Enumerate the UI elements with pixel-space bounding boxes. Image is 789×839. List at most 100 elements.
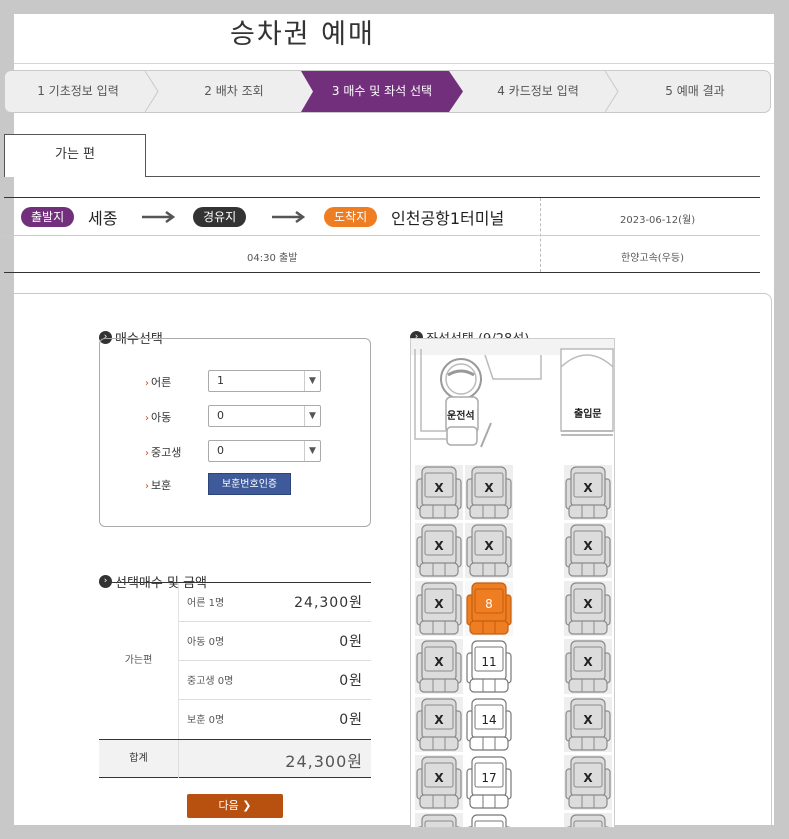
seat-taken: X bbox=[415, 523, 463, 578]
departure-place: 세종 bbox=[88, 209, 118, 228]
step-progress: 1 기초정보 입력 2 배차 조회 3 매수 및 좌석 선택 4 카드정보 입력… bbox=[4, 70, 771, 113]
price-row: 보훈 0명 0원 bbox=[179, 700, 371, 739]
price-row-value: 0원 bbox=[339, 634, 363, 650]
seat-number: 8 bbox=[485, 597, 493, 611]
chevron-down-icon: ▼ bbox=[304, 406, 320, 426]
step-separator bbox=[605, 71, 619, 112]
seat-number: X bbox=[484, 481, 494, 495]
driver-seat-label: 운전석 bbox=[447, 411, 475, 422]
seat-number: X bbox=[434, 713, 444, 727]
adult-label: 어른 bbox=[151, 376, 172, 389]
arrow-icon: › bbox=[145, 448, 149, 459]
seat-taken: X bbox=[415, 697, 463, 752]
child-count-select[interactable]: 0 ▼ bbox=[208, 405, 321, 427]
child-count-value: 0 bbox=[217, 409, 224, 422]
next-button[interactable]: 다음 ❯ bbox=[187, 794, 283, 818]
seat-available[interactable]: 11 bbox=[465, 639, 513, 694]
step-2: 2 배차 조회 bbox=[204, 84, 264, 98]
price-row: 어른 1명 24,300원 bbox=[179, 583, 371, 622]
door-label: 출입문 bbox=[574, 409, 602, 420]
seat-taken: X bbox=[564, 813, 612, 827]
seat-taken: X bbox=[564, 639, 612, 694]
next-button-label: 다음 bbox=[218, 799, 239, 812]
step-3-active: 3 매수 및 좌석 선택 bbox=[301, 71, 463, 112]
arrival-badge: 도착지 bbox=[324, 207, 378, 227]
page-title: 승차권 예매 bbox=[230, 19, 375, 50]
seat-number: X bbox=[583, 481, 593, 495]
route-row-divider bbox=[4, 235, 760, 236]
bus-seat-map: 운전석 출입문 XXXXXXX8XX11XX14XX17XX20X bbox=[410, 338, 615, 828]
arrow-right-icon bbox=[272, 211, 306, 223]
seat-number: X bbox=[434, 539, 444, 553]
seat-number: X bbox=[583, 539, 593, 553]
price-row-label: 보훈 0명 bbox=[187, 715, 225, 726]
price-row-label: 중고생 0명 bbox=[187, 676, 234, 687]
arrow-icon: › bbox=[145, 378, 149, 389]
arrow-right-icon bbox=[142, 211, 176, 223]
bus-company: 한양고속(우등) bbox=[621, 253, 685, 264]
veteran-verify-button[interactable]: 보훈번호인증 bbox=[208, 473, 291, 495]
seat-number: X bbox=[434, 771, 444, 785]
title-divider bbox=[14, 63, 774, 64]
seat-taken: X bbox=[465, 523, 513, 578]
child-row: › 아동 bbox=[145, 409, 171, 425]
seat-number: X bbox=[484, 539, 494, 553]
adult-count-select[interactable]: 1 ▼ bbox=[208, 370, 321, 392]
veteran-label: 보훈 bbox=[151, 479, 172, 492]
step-separator bbox=[145, 71, 159, 112]
adult-count-value: 1 bbox=[217, 374, 224, 387]
seat-number: X bbox=[583, 655, 593, 669]
seat-number: X bbox=[434, 655, 444, 669]
price-row-value: 0원 bbox=[339, 673, 363, 689]
price-row-value: 24,300원 bbox=[294, 595, 363, 611]
chevron-right-icon: ❯ bbox=[242, 799, 252, 812]
seat-selected[interactable]: 8 bbox=[465, 581, 513, 636]
seat-number: X bbox=[583, 713, 593, 727]
seat-number: X bbox=[583, 597, 593, 611]
departure-badge: 출발지 bbox=[21, 207, 75, 227]
seat-taken: X bbox=[564, 523, 612, 578]
seat-available[interactable]: 20 bbox=[465, 813, 513, 827]
total-value: 24,300원 bbox=[285, 752, 363, 771]
seat-taken: X bbox=[564, 755, 612, 810]
student-count-value: 0 bbox=[217, 444, 224, 457]
price-row: 아동 0명 0원 bbox=[179, 622, 371, 661]
seat-number: X bbox=[583, 771, 593, 785]
total-row: 합계 24,300원 bbox=[99, 739, 371, 778]
chevron-down-icon: ▼ bbox=[304, 371, 320, 391]
ticket-count-box: › 어른 1 ▼ › 아동 0 ▼ › 중고생 0 ▼ › 보훈 보훈번호인증 bbox=[99, 338, 371, 527]
seat-number: 14 bbox=[481, 713, 497, 727]
price-row-value: 0원 bbox=[339, 712, 363, 728]
total-label: 합계 bbox=[99, 740, 179, 778]
driver-area-icon bbox=[411, 339, 614, 448]
student-count-select[interactable]: 0 ▼ bbox=[208, 440, 321, 462]
seat-available[interactable]: 17 bbox=[465, 755, 513, 810]
seat-taken: X bbox=[415, 813, 463, 827]
tab-going[interactable]: 가는 편 bbox=[4, 134, 146, 177]
travel-date: 2023-06-12(월) bbox=[620, 215, 696, 226]
seat-taken: X bbox=[564, 581, 612, 636]
step-4: 4 카드정보 입력 bbox=[497, 84, 579, 98]
arrival-place: 인천공항1터미널 bbox=[391, 209, 505, 228]
price-table: 가는편 어른 1명 24,300원 아동 0명 0원 중고생 0명 0원 보훈 … bbox=[99, 582, 371, 778]
seat-number: X bbox=[434, 597, 444, 611]
seat-taken: X bbox=[415, 581, 463, 636]
seat-available[interactable]: 14 bbox=[465, 697, 513, 752]
seat-number: X bbox=[434, 481, 444, 495]
going-label: 가는편 bbox=[99, 583, 179, 739]
depart-time: 04:30 출발 bbox=[247, 253, 298, 264]
price-row: 중고생 0명 0원 bbox=[179, 661, 371, 700]
seat-taken: X bbox=[564, 697, 612, 752]
seat-taken: X bbox=[415, 755, 463, 810]
seat-taken: X bbox=[564, 465, 612, 520]
price-row-label: 아동 0명 bbox=[187, 637, 225, 648]
seat-taken: X bbox=[465, 465, 513, 520]
arrow-icon: › bbox=[145, 413, 149, 424]
route-info: 출발지 세종 경유지 도착지 인천공항1터미널 2023-06-12(월) 04… bbox=[4, 197, 760, 273]
student-row: › 중고생 bbox=[145, 444, 181, 460]
step-1: 1 기초정보 입력 bbox=[37, 84, 119, 98]
seat-taken: X bbox=[415, 639, 463, 694]
veteran-row: › 보훈 bbox=[145, 477, 171, 493]
price-row-label: 어른 1명 bbox=[187, 598, 225, 609]
via-badge: 경유지 bbox=[193, 207, 247, 227]
